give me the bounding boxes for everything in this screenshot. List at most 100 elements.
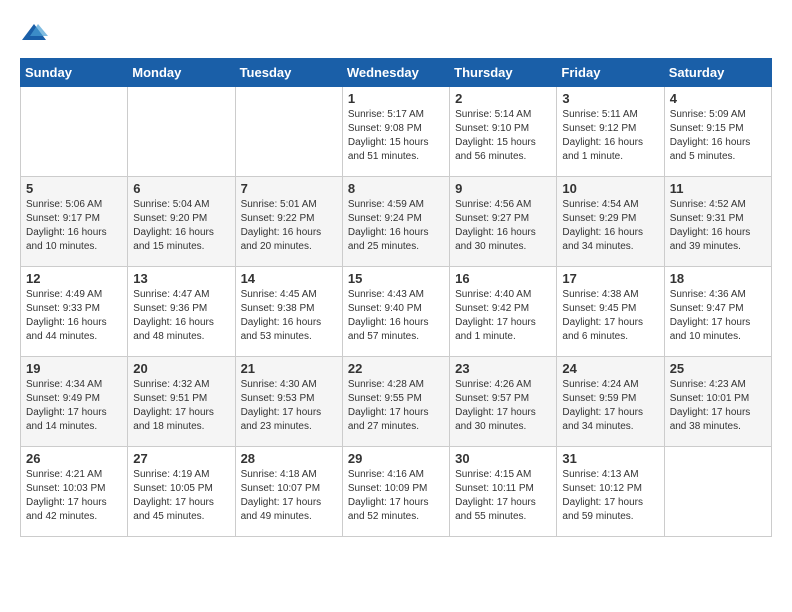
day-number: 17 xyxy=(562,271,658,286)
calendar-cell: 24Sunrise: 4:24 AMSunset: 9:59 PMDayligh… xyxy=(557,357,664,447)
calendar-cell: 31 Sunrise: 4:13 AMSunset: 10:12 PMDaylig… xyxy=(557,447,664,537)
weekday-monday: Monday xyxy=(128,59,235,87)
calendar-cell: 26Sunrise: 4:21 AMSunset: 10:03 PMDaylig… xyxy=(21,447,128,537)
calendar-cell: 20 Sunrise: 4:32 AMSunset: 9:51 PMDayligh… xyxy=(128,357,235,447)
calendar-cell: 17 Sunrise: 4:38 AMSunset: 9:45 PMDayligh… xyxy=(557,267,664,357)
weekday-friday: Friday xyxy=(557,59,664,87)
calendar-cell: 22 Sunrise: 4:28 AMSunset: 9:55 PMDayligh… xyxy=(342,357,449,447)
calendar-cell: 5Sunrise: 5:06 AMSunset: 9:17 PMDaylight… xyxy=(21,177,128,267)
day-number: 25 xyxy=(670,361,766,376)
day-info: Sunrise: 4:49 AMSunset: 9:33 PMDaylight:… xyxy=(26,288,122,344)
weekday-header-row: SundayMondayTuesdayWednesdayThursdayFrid… xyxy=(21,59,772,87)
day-info: Sunrise: 4:38 AMSunset: 9:45 PMDaylight:… xyxy=(562,288,658,344)
calendar-cell: 9 Sunrise: 4:56 AMSunset: 9:27 PMDaylight… xyxy=(450,177,557,267)
day-info: Sunrise: 4:16 AMSunset: 10:09 PMDaylight… xyxy=(348,468,444,524)
calendar-body: 1 Sunrise: 5:17 AMSunset: 9:08 PMDaylight… xyxy=(21,87,772,537)
day-number: 5 xyxy=(26,181,122,196)
day-info: Sunrise: 4:34 AMSunset: 9:49 PMDaylight:… xyxy=(26,378,122,434)
calendar-cell: 23 Sunrise: 4:26 AMSunset: 9:57 PMDayligh… xyxy=(450,357,557,447)
calendar-week-1: 5Sunrise: 5:06 AMSunset: 9:17 PMDaylight… xyxy=(21,177,772,267)
calendar-table: SundayMondayTuesdayWednesdayThursdayFrid… xyxy=(20,58,772,537)
day-number: 20 xyxy=(133,361,229,376)
day-info: Sunrise: 4:15 AMSunset: 10:11 PMDaylight… xyxy=(455,468,551,524)
calendar-cell: 29 Sunrise: 4:16 AMSunset: 10:09 PMDaylig… xyxy=(342,447,449,537)
day-info: Sunrise: 4:54 AMSunset: 9:29 PMDaylight:… xyxy=(562,198,658,254)
calendar-cell: 3Sunrise: 5:11 AMSunset: 9:12 PMDaylight… xyxy=(557,87,664,177)
day-number: 30 xyxy=(455,451,551,466)
day-info: Sunrise: 4:30 AMSunset: 9:53 PMDaylight:… xyxy=(241,378,337,434)
calendar-cell xyxy=(21,87,128,177)
day-number: 8 xyxy=(348,181,444,196)
calendar-cell xyxy=(128,87,235,177)
day-info: Sunrise: 4:23 AMSunset: 10:01 PMDaylight… xyxy=(670,378,766,434)
day-number: 23 xyxy=(455,361,551,376)
logo-icon xyxy=(20,20,48,48)
day-number: 27 xyxy=(133,451,229,466)
calendar-cell: 30 Sunrise: 4:15 AMSunset: 10:11 PMDaylig… xyxy=(450,447,557,537)
day-number: 18 xyxy=(670,271,766,286)
calendar-cell xyxy=(235,87,342,177)
calendar-cell: 1 Sunrise: 5:17 AMSunset: 9:08 PMDaylight… xyxy=(342,87,449,177)
day-number: 28 xyxy=(241,451,337,466)
day-number: 2 xyxy=(455,91,551,106)
day-number: 4 xyxy=(670,91,766,106)
day-number: 11 xyxy=(670,181,766,196)
logo xyxy=(20,20,50,48)
day-number: 9 xyxy=(455,181,551,196)
calendar-cell: 16 Sunrise: 4:40 AMSunset: 9:42 PMDayligh… xyxy=(450,267,557,357)
day-number: 7 xyxy=(241,181,337,196)
day-number: 15 xyxy=(348,271,444,286)
weekday-thursday: Thursday xyxy=(450,59,557,87)
day-number: 16 xyxy=(455,271,551,286)
weekday-sunday: Sunday xyxy=(21,59,128,87)
day-info: Sunrise: 4:13 AMSunset: 10:12 PMDaylight… xyxy=(562,468,658,524)
calendar-cell: 14Sunrise: 4:45 AMSunset: 9:38 PMDayligh… xyxy=(235,267,342,357)
calendar-week-3: 19 Sunrise: 4:34 AMSunset: 9:49 PMDayligh… xyxy=(21,357,772,447)
day-info: Sunrise: 5:17 AMSunset: 9:08 PMDaylight:… xyxy=(348,108,444,164)
day-info: Sunrise: 4:32 AMSunset: 9:51 PMDaylight:… xyxy=(133,378,229,434)
day-info: Sunrise: 5:04 AMSunset: 9:20 PMDaylight:… xyxy=(133,198,229,254)
calendar-cell: 6Sunrise: 5:04 AMSunset: 9:20 PMDaylight… xyxy=(128,177,235,267)
day-info: Sunrise: 4:26 AMSunset: 9:57 PMDaylight:… xyxy=(455,378,551,434)
calendar-week-2: 12 Sunrise: 4:49 AMSunset: 9:33 PMDayligh… xyxy=(21,267,772,357)
day-number: 12 xyxy=(26,271,122,286)
day-number: 14 xyxy=(241,271,337,286)
calendar-cell: 7 Sunrise: 5:01 AMSunset: 9:22 PMDaylight… xyxy=(235,177,342,267)
weekday-tuesday: Tuesday xyxy=(235,59,342,87)
calendar-cell: 4 Sunrise: 5:09 AMSunset: 9:15 PMDaylight… xyxy=(664,87,771,177)
day-number: 24 xyxy=(562,361,658,376)
day-number: 3 xyxy=(562,91,658,106)
day-number: 10 xyxy=(562,181,658,196)
calendar-cell: 21 Sunrise: 4:30 AMSunset: 9:53 PMDayligh… xyxy=(235,357,342,447)
calendar-cell: 27 Sunrise: 4:19 AMSunset: 10:05 PMDaylig… xyxy=(128,447,235,537)
day-number: 21 xyxy=(241,361,337,376)
weekday-wednesday: Wednesday xyxy=(342,59,449,87)
calendar-cell: 11Sunrise: 4:52 AMSunset: 9:31 PMDayligh… xyxy=(664,177,771,267)
day-info: Sunrise: 4:59 AMSunset: 9:24 PMDaylight:… xyxy=(348,198,444,254)
calendar-cell: 10 Sunrise: 4:54 AMSunset: 9:29 PMDayligh… xyxy=(557,177,664,267)
page-header xyxy=(20,20,772,48)
calendar-cell: 8 Sunrise: 4:59 AMSunset: 9:24 PMDaylight… xyxy=(342,177,449,267)
calendar-cell: 19 Sunrise: 4:34 AMSunset: 9:49 PMDayligh… xyxy=(21,357,128,447)
day-info: Sunrise: 4:43 AMSunset: 9:40 PMDaylight:… xyxy=(348,288,444,344)
day-info: Sunrise: 5:01 AMSunset: 9:22 PMDaylight:… xyxy=(241,198,337,254)
calendar-cell: 28Sunrise: 4:18 AMSunset: 10:07 PMDaylig… xyxy=(235,447,342,537)
day-number: 13 xyxy=(133,271,229,286)
calendar-cell: 12 Sunrise: 4:49 AMSunset: 9:33 PMDayligh… xyxy=(21,267,128,357)
day-info: Sunrise: 5:09 AMSunset: 9:15 PMDaylight:… xyxy=(670,108,766,164)
day-info: Sunrise: 4:36 AMSunset: 9:47 PMDaylight:… xyxy=(670,288,766,344)
day-info: Sunrise: 4:47 AMSunset: 9:36 PMDaylight:… xyxy=(133,288,229,344)
day-info: Sunrise: 4:40 AMSunset: 9:42 PMDaylight:… xyxy=(455,288,551,344)
calendar-week-4: 26Sunrise: 4:21 AMSunset: 10:03 PMDaylig… xyxy=(21,447,772,537)
day-info: Sunrise: 4:28 AMSunset: 9:55 PMDaylight:… xyxy=(348,378,444,434)
day-info: Sunrise: 4:56 AMSunset: 9:27 PMDaylight:… xyxy=(455,198,551,254)
day-number: 19 xyxy=(26,361,122,376)
day-number: 22 xyxy=(348,361,444,376)
day-number: 29 xyxy=(348,451,444,466)
weekday-saturday: Saturday xyxy=(664,59,771,87)
day-number: 31 xyxy=(562,451,658,466)
calendar-cell: 25 Sunrise: 4:23 AMSunset: 10:01 PMDaylig… xyxy=(664,357,771,447)
day-info: Sunrise: 4:19 AMSunset: 10:05 PMDaylight… xyxy=(133,468,229,524)
calendar-cell: 15 Sunrise: 4:43 AMSunset: 9:40 PMDayligh… xyxy=(342,267,449,357)
day-number: 1 xyxy=(348,91,444,106)
